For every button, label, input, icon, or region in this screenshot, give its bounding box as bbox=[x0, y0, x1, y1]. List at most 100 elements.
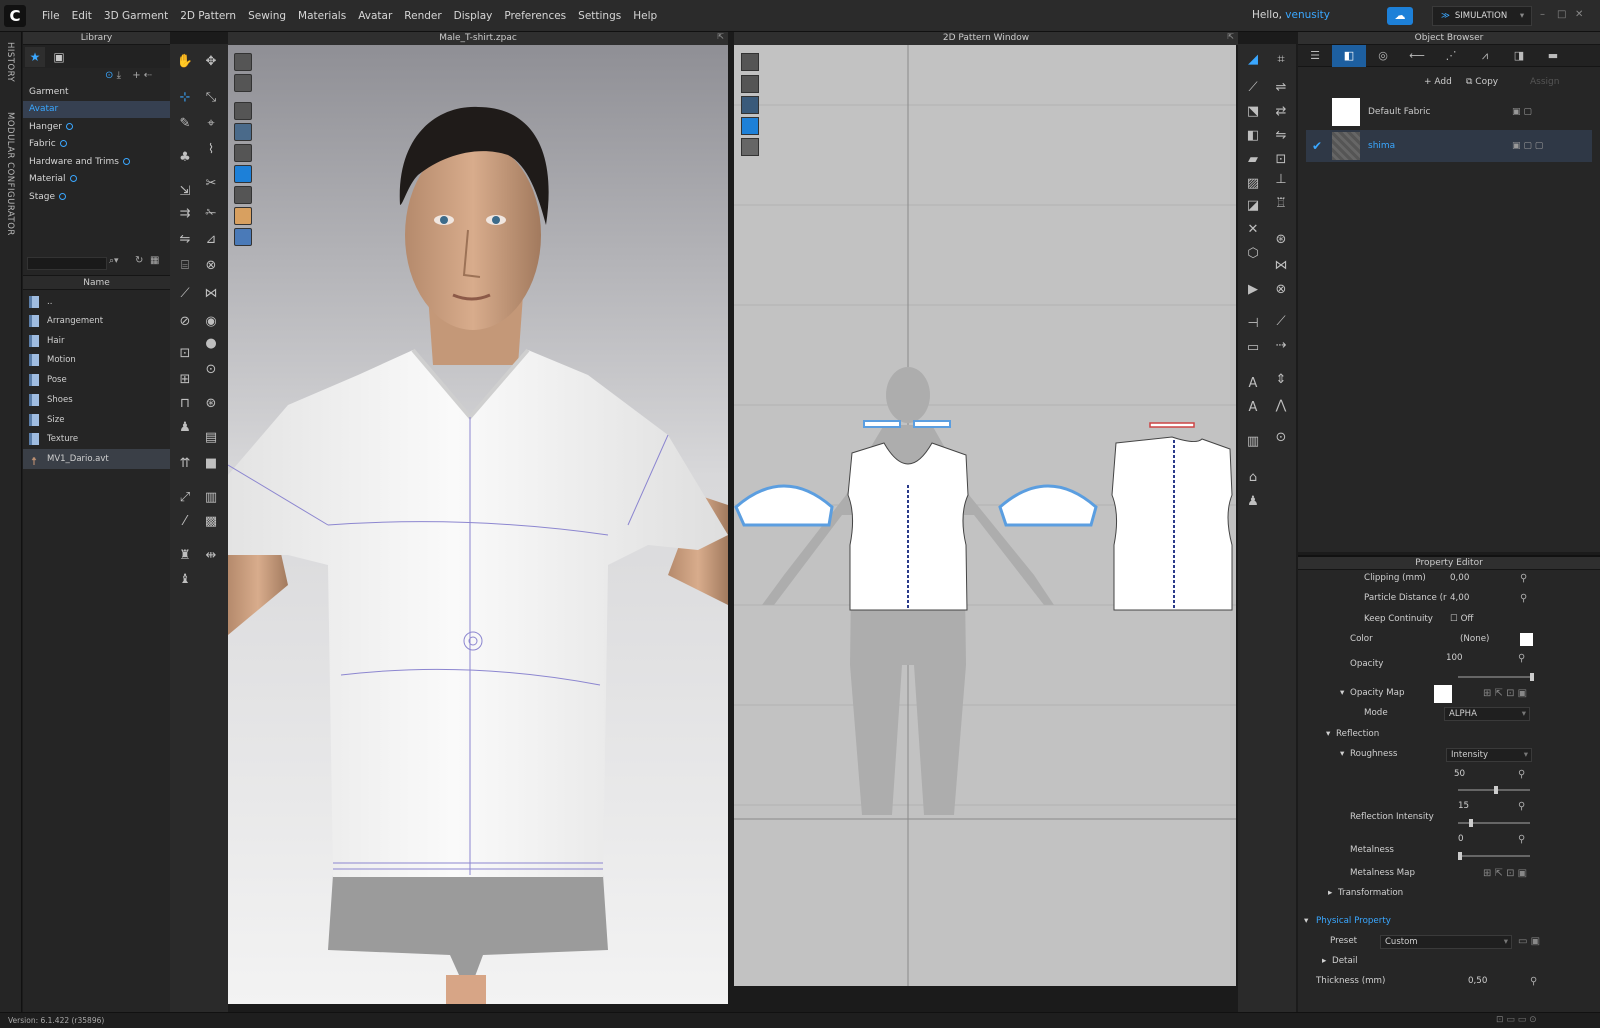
tree-item-hanger[interactable]: Hanger bbox=[23, 119, 170, 136]
mesh-view-icon[interactable] bbox=[234, 186, 252, 204]
close-icon[interactable]: ✕ bbox=[1575, 9, 1583, 20]
internal-rect-icon[interactable]: ▨ bbox=[1242, 174, 1264, 194]
menu-preferences[interactable]: Preferences bbox=[498, 10, 572, 22]
person-icon[interactable]: ♟ bbox=[174, 418, 196, 438]
arrangement-icon[interactable]: ⇲ bbox=[174, 182, 196, 202]
edit-pose-icon[interactable]: ⇈ bbox=[174, 454, 196, 474]
texture-icon[interactable]: ⊡ bbox=[174, 344, 196, 364]
sewing-icon[interactable]: ⇌ bbox=[1270, 78, 1292, 98]
copy-button[interactable]: ⧉ Copy bbox=[1466, 77, 1498, 87]
file-item[interactable]: Texture bbox=[23, 429, 170, 449]
globe-icon[interactable] bbox=[234, 228, 252, 246]
topstitch-tab-icon[interactable]: ⋰ bbox=[1434, 45, 1468, 67]
layer-icon[interactable]: ▤ bbox=[200, 428, 222, 448]
trim-icon[interactable]: ⊘ bbox=[174, 312, 196, 332]
pattern-tool-icon[interactable] bbox=[741, 53, 759, 71]
fabric-tool-icon[interactable]: ♝ bbox=[174, 570, 196, 590]
checkbox[interactable]: ☐ Off bbox=[1450, 614, 1473, 624]
map-actions-icon[interactable]: ⊞ ⇱ ⊡ ▣ bbox=[1483, 688, 1527, 699]
cut-icon[interactable]: ✁ bbox=[200, 204, 222, 224]
needle-icon[interactable]: ⤢ bbox=[174, 488, 196, 508]
tab-history[interactable]: HISTORY bbox=[5, 42, 15, 82]
tuck-tool-icon[interactable]: ⊛ bbox=[1270, 230, 1292, 250]
zigzag-tab-icon[interactable]: ⩘ bbox=[1468, 45, 1502, 67]
tree-item-stage[interactable]: Stage bbox=[23, 189, 170, 206]
move-icon[interactable]: ⊹ bbox=[174, 88, 196, 108]
block-icon[interactable]: ■ bbox=[200, 454, 222, 474]
menu-2d-pattern[interactable]: 2D Pattern bbox=[174, 10, 242, 22]
iron-icon[interactable]: ⊥ bbox=[1270, 170, 1292, 190]
pin-icon[interactable]: ⚲ bbox=[1520, 593, 1527, 604]
mode-select[interactable]: ALPHA ▾ bbox=[1444, 707, 1530, 721]
stack-icon[interactable]: ▥ bbox=[200, 488, 222, 508]
refresh-icon[interactable]: ↻ bbox=[135, 255, 143, 266]
menu-sewing[interactable]: Sewing bbox=[242, 10, 292, 22]
texture-tool-icon[interactable]: ▶ bbox=[1242, 280, 1264, 300]
button-tool-icon[interactable]: ⊗ bbox=[1270, 280, 1292, 300]
circle-icon[interactable]: ● bbox=[200, 334, 222, 354]
column-header-name[interactable]: Name bbox=[23, 275, 170, 290]
length-icon[interactable]: ⇕ bbox=[1270, 370, 1292, 390]
file-item[interactable]: Pose bbox=[23, 370, 170, 390]
file-item[interactable]: Motion bbox=[23, 350, 170, 370]
button-icon[interactable]: ◉ bbox=[200, 312, 222, 332]
menu-file[interactable]: File bbox=[36, 10, 66, 22]
menu-settings[interactable]: Settings bbox=[572, 10, 627, 22]
chevron-down-icon[interactable]: ▾ bbox=[1520, 11, 1524, 21]
transform-icon[interactable]: ✥ bbox=[200, 52, 222, 72]
merge-icon[interactable]: ⇹ bbox=[200, 546, 222, 566]
list-icon[interactable]: ☰ bbox=[1298, 45, 1332, 67]
menu-render[interactable]: Render bbox=[398, 10, 447, 22]
paint-icon[interactable] bbox=[234, 123, 252, 141]
download-icon[interactable]: ⤓ bbox=[117, 70, 121, 81]
topstitch-icon[interactable]: ⋈ bbox=[200, 284, 222, 304]
prop-detail[interactable]: ▸ Detail bbox=[1298, 953, 1600, 973]
opacity-slider[interactable] bbox=[1458, 673, 1534, 681]
preset-folder-icon[interactable]: ▭ ▣ bbox=[1518, 936, 1540, 947]
file-item-avatar[interactable]: ☨ MV1_Dario.avt bbox=[23, 449, 170, 469]
button-tab-icon[interactable]: ◎ bbox=[1366, 45, 1400, 67]
shirt-icon[interactable] bbox=[741, 75, 759, 93]
tree-item-garment[interactable]: Garment bbox=[23, 84, 170, 101]
topstitch-tool-icon[interactable]: ⋈ bbox=[1270, 256, 1292, 276]
pin-icon[interactable]: ⚲ bbox=[1518, 769, 1525, 780]
avatar-view-icon[interactable] bbox=[234, 207, 252, 225]
buttonhole-tab-icon[interactable]: ⟵ bbox=[1400, 45, 1434, 67]
back-icon[interactable]: ⇠ bbox=[144, 70, 152, 81]
pen-icon[interactable]: ⁄ bbox=[174, 512, 196, 532]
library-search-input[interactable] bbox=[27, 257, 107, 270]
segment-icon[interactable]: ✂ bbox=[200, 174, 222, 194]
book-icon[interactable]: ⊓ bbox=[174, 394, 196, 414]
file-item[interactable]: Size bbox=[23, 410, 170, 430]
fabric-tab-icon[interactable]: ◧ bbox=[1332, 45, 1366, 67]
shirt-tool-icon[interactable]: ♖ bbox=[1270, 194, 1292, 214]
texture-view-icon[interactable] bbox=[234, 102, 252, 120]
pin-icon[interactable]: ⚲ bbox=[1520, 573, 1527, 584]
edit-curve-icon[interactable]: ⌗ bbox=[1270, 50, 1292, 70]
reflection-intensity-slider[interactable] bbox=[1458, 819, 1530, 827]
fabric-icon[interactable] bbox=[741, 117, 759, 135]
camera-icon[interactable]: ⌸ bbox=[174, 256, 196, 276]
file-item[interactable]: Hair bbox=[23, 331, 170, 351]
fabric-actions-icon[interactable]: ▣ ▢ ▢ bbox=[1512, 130, 1543, 162]
tree-item-material[interactable]: Material bbox=[23, 171, 170, 188]
ellipse-icon[interactable]: ◪ bbox=[1242, 196, 1264, 216]
prop-physical-property[interactable]: ▾ Physical Property bbox=[1298, 913, 1600, 933]
tree-item-avatar[interactable]: Avatar bbox=[23, 101, 170, 118]
grab-icon[interactable]: ⊙ bbox=[200, 360, 222, 380]
zigzag-icon[interactable]: ⋀ bbox=[1270, 396, 1292, 416]
measure-icon[interactable]: ⊿ bbox=[200, 230, 222, 250]
fabric-item-selected[interactable]: ✔ shima ▣ ▢ ▢ bbox=[1306, 130, 1592, 162]
edit-pattern-icon[interactable]: ◢ bbox=[1242, 50, 1264, 70]
pin-icon[interactable]: ✎ bbox=[174, 114, 196, 134]
tree-item-fabric[interactable]: Fabric bbox=[23, 136, 170, 153]
menu-3d-garment[interactable]: 3D Garment bbox=[98, 10, 174, 22]
pin-icon[interactable]: ⚲ bbox=[1518, 653, 1525, 664]
library-bag-icon[interactable]: ▣ bbox=[49, 47, 69, 67]
dart-icon[interactable]: ◧ bbox=[1242, 126, 1264, 146]
bar-tab-icon[interactable]: ▬ bbox=[1536, 45, 1570, 67]
2d-canvas[interactable] bbox=[734, 45, 1236, 986]
simulation-button[interactable]: ≫ SIMULATION ▾ bbox=[1432, 6, 1532, 26]
button-tool-icon[interactable]: ⊗ bbox=[200, 256, 222, 276]
fabric-view-icon[interactable] bbox=[234, 165, 252, 183]
